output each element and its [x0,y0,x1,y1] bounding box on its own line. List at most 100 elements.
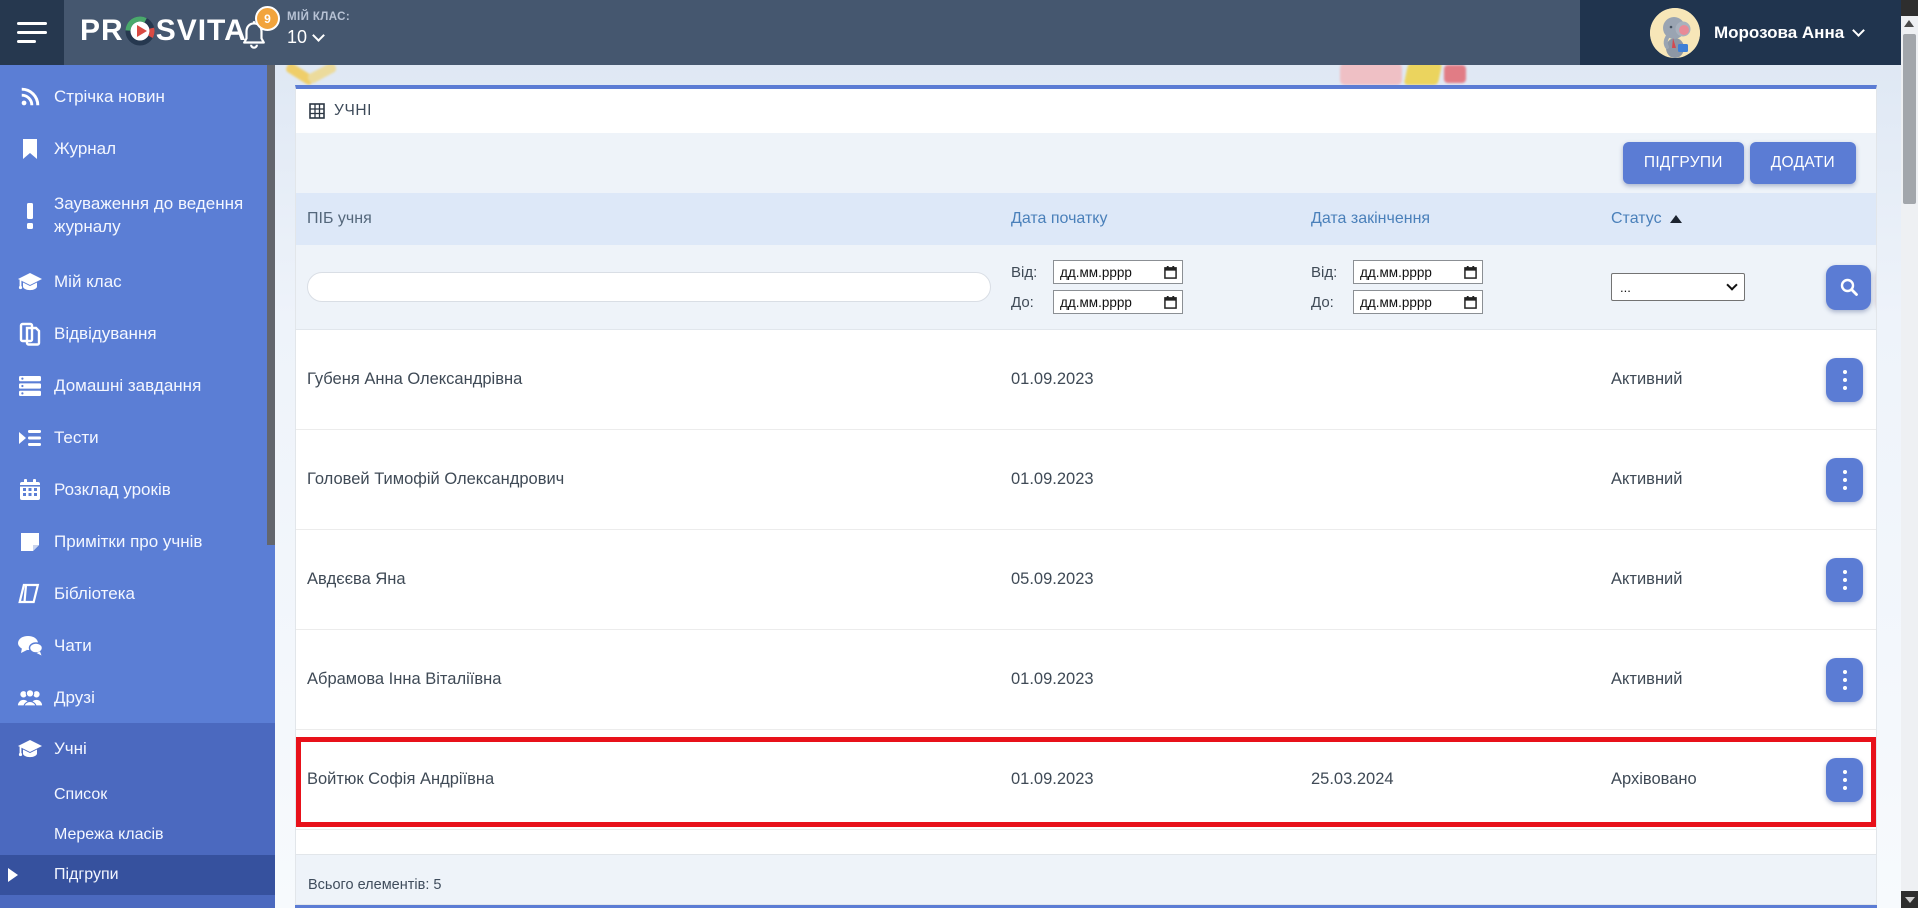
hamburger-icon [17,22,47,25]
status-value: Архівовано [1611,770,1697,788]
student-name: Авдєєва Яна [307,570,406,588]
scrollbar-thumb[interactable] [1903,34,1916,204]
rss-icon [17,84,43,110]
status-filter-select[interactable]: ... [1611,273,1745,301]
chevron-down-icon [312,29,325,42]
app-logo[interactable]: PR SVITA [80,14,247,48]
table-grid-icon [309,103,325,119]
sidebar-subitem-subgroups[interactable]: Підгрупи [0,855,275,895]
date-start-value: 01.09.2023 [1011,470,1094,488]
panel-toolbar: ПІДГРУПИ ДОДАТИ [296,133,1876,193]
chat-icon [17,633,43,659]
search-icon [1840,278,1858,296]
sidebar-item-journal[interactable]: Журнал [0,123,275,175]
book-icon [17,581,43,607]
sidebar-group-students: Учні Список Мережа класів Підгрупи [0,723,275,908]
sidebar-subitem-list[interactable]: Список [0,775,275,815]
scrollbar-down-arrow-icon [1905,897,1915,903]
sidebar-item-chats[interactable]: Чати [0,620,275,672]
main-content: УЧНІ ПІДГРУПИ ДОДАТИ ПІБ учня Дата почат… [275,61,1901,908]
scrollbar-up-arrow-icon[interactable] [1904,20,1914,27]
exclamation-icon [17,202,43,229]
date-start-value: 05.09.2023 [1011,570,1094,588]
stack-icon [17,373,43,399]
column-header-status[interactable]: Статус [1611,210,1826,228]
pages-icon [17,321,43,347]
hamburger-menu-button[interactable] [0,0,64,65]
table-row-highlighted[interactable]: Войтюк Софія Андріївна 01.09.2023 25.03.… [296,730,1876,830]
student-name: Абрамова Інна Віталіївна [307,670,502,688]
calendar-picker-icon[interactable] [1164,265,1177,279]
sidebar-item-tests[interactable]: Тести [0,412,275,464]
row-actions-button[interactable] [1826,657,1863,702]
student-name: Губеня Анна Олександрівна [307,370,523,388]
name-filter-input[interactable] [307,272,991,302]
table-footer: Всього елементів: 5 [296,854,1876,904]
clear-filters-button[interactable]: ✕ [1876,265,1877,310]
panel-header: УЧНІ [296,89,1876,133]
calendar-picker-icon[interactable] [1164,295,1177,309]
row-actions-button[interactable] [1826,757,1863,802]
student-name: Головей Тимофій Олександрович [307,470,565,488]
background-art-left [284,61,338,87]
students-panel: УЧНІ ПІДГРУПИ ДОДАТИ ПІБ учня Дата почат… [295,85,1877,905]
column-header-date-start[interactable]: Дата початку [1011,210,1311,228]
top-bar: PR SVITA 9 МІЙ КЛАС: 10 Морозова Анна [0,0,1918,65]
sidebar-item-student-notes[interactable]: Примітки про учнів [0,516,275,568]
column-header-date-end[interactable]: Дата закінчення [1311,210,1611,228]
sticky-note-icon [17,529,43,555]
table-row[interactable]: Головей Тимофій Олександрович 01.09.2023… [296,430,1876,530]
scrollbar-top-corner [1901,0,1918,16]
page-title: УЧНІ [334,102,373,119]
graduation-cap-icon [17,269,43,295]
sidebar-scrollbar-thumb[interactable] [267,65,275,545]
page-scrollbar[interactable] [1901,0,1918,908]
date-start-value: 01.09.2023 [1011,670,1094,688]
sidebar-item-library[interactable]: Бібліотека [0,568,275,620]
row-actions-button[interactable] [1826,557,1863,602]
active-marker-icon [8,868,18,882]
sidebar-item-schedule[interactable]: Розклад уроків [0,464,275,516]
status-value: Активний [1611,470,1683,488]
add-button[interactable]: ДОДАТИ [1749,142,1856,184]
graduation-cap-icon [17,736,43,762]
date-end-filter: Від: дд.мм.рррр До: дд.мм.рррр [1311,260,1611,314]
calendar-picker-icon[interactable] [1464,295,1477,309]
table-header-row: ПІБ учня Дата початку Дата закінчення Ст… [296,193,1876,245]
date-start-to-input[interactable]: дд.мм.рррр [1053,290,1183,314]
table-row[interactable]: Авдєєва Яна 05.09.2023 Активний [296,530,1876,630]
calendar-picker-icon[interactable] [1464,265,1477,279]
sidebar-item-homework[interactable]: Домашні завдання [0,360,275,412]
calendar-icon [17,477,43,503]
sidebar-item-attendance[interactable]: Відвідування [0,308,275,360]
user-menu[interactable]: Морозова Анна [1580,0,1901,65]
date-end-to-input[interactable]: дд.мм.рррр [1353,290,1483,314]
sidebar-item-students[interactable]: Учні [0,723,275,775]
list-play-icon [17,425,43,451]
avatar [1650,7,1700,58]
date-start-from-input[interactable]: дд.мм.рррр [1053,260,1183,284]
sidebar-item-journal-remarks[interactable]: Зауваження до ведення журналу [0,175,275,256]
sidebar-item-news-feed[interactable]: Стрічка новин [0,71,275,123]
sidebar-item-my-class[interactable]: Мій клас [0,256,275,308]
my-class-selector[interactable]: МІЙ КЛАС: 10 [287,11,350,48]
table-bottom-gap [296,830,1876,854]
table-row[interactable]: Абрамова Інна Віталіївна 01.09.2023 Акти… [296,630,1876,730]
sidebar-subitem-class-network[interactable]: Мережа класів [0,815,275,855]
table-row[interactable]: Губеня Анна Олександрівна 01.09.2023 Акт… [296,330,1876,430]
subgroups-button[interactable]: ПІДГРУПИ [1622,142,1744,184]
background-art-right [1340,63,1470,85]
sidebar: Стрічка новин Журнал Зауваження до веден… [0,65,275,908]
date-start-value: 01.09.2023 [1011,770,1094,788]
status-value: Активний [1611,670,1683,688]
row-actions-button[interactable] [1826,357,1863,402]
date-end-from-input[interactable]: дд.мм.рррр [1353,260,1483,284]
total-count-text: Всього елементів: 5 [308,876,442,893]
row-actions-button[interactable] [1826,457,1863,502]
logo-text-left: PR [80,14,124,47]
sidebar-item-friends[interactable]: Друзі [0,672,275,724]
status-value: Активний [1611,570,1683,588]
select-chevron-icon [1726,279,1738,291]
logo-text-right: SVITA [155,14,247,47]
search-button[interactable] [1826,264,1871,310]
